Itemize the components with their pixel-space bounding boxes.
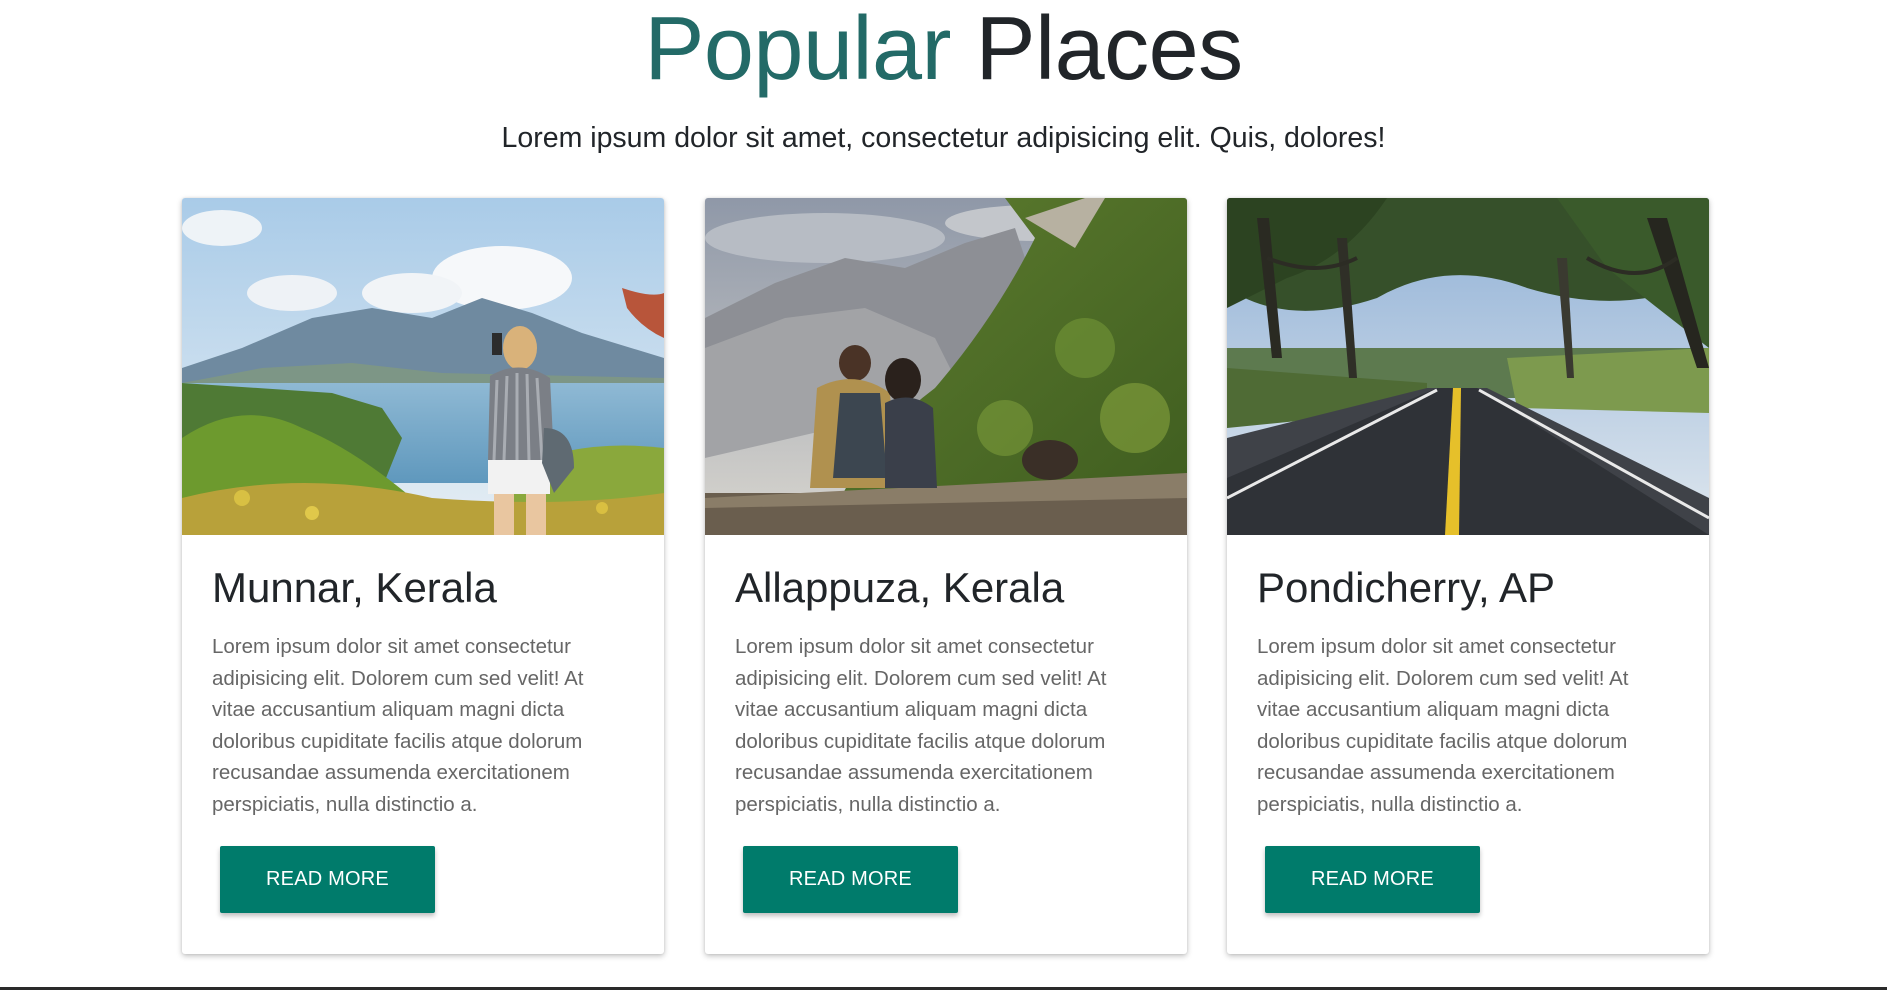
place-card-pondicherry: Pondicherry, AP Lorem ipsum dolor sit am… — [1227, 198, 1709, 954]
section-header: Popular Places Lorem ipsum dolor sit ame… — [0, 0, 1887, 155]
read-more-button[interactable]: READ MORE — [1265, 846, 1480, 913]
page-title: Popular Places — [0, 4, 1887, 94]
card-description: Lorem ipsum dolor sit amet consectetur a… — [1257, 635, 1629, 816]
card-title: Pondicherry, AP — [1257, 564, 1556, 611]
page-subtitle: Lorem ipsum dolor sit amet, consectetur … — [501, 122, 1386, 154]
place-card-allappuza: Allappuza, Kerala Lorem ipsum dolor sit … — [705, 198, 1187, 954]
card-title: Allappuza, Kerala — [735, 564, 1065, 611]
places-card-list: Munnar, Kerala Lorem ipsum dolor sit ame… — [182, 198, 1710, 954]
place-image-munnar — [182, 198, 664, 535]
read-more-button[interactable]: READ MORE — [743, 846, 958, 913]
title-accent: Popular — [644, 0, 952, 99]
place-card-munnar: Munnar, Kerala Lorem ipsum dolor sit ame… — [182, 198, 664, 954]
place-image-allappuza — [705, 198, 1187, 535]
title-rest: Places — [975, 0, 1244, 99]
card-title: Munnar, Kerala — [212, 564, 497, 611]
card-description: Lorem ipsum dolor sit amet consectetur a… — [212, 635, 584, 816]
place-image-pondicherry — [1227, 198, 1709, 535]
read-more-button[interactable]: READ MORE — [220, 846, 435, 913]
card-description: Lorem ipsum dolor sit amet consectetur a… — [735, 635, 1107, 816]
